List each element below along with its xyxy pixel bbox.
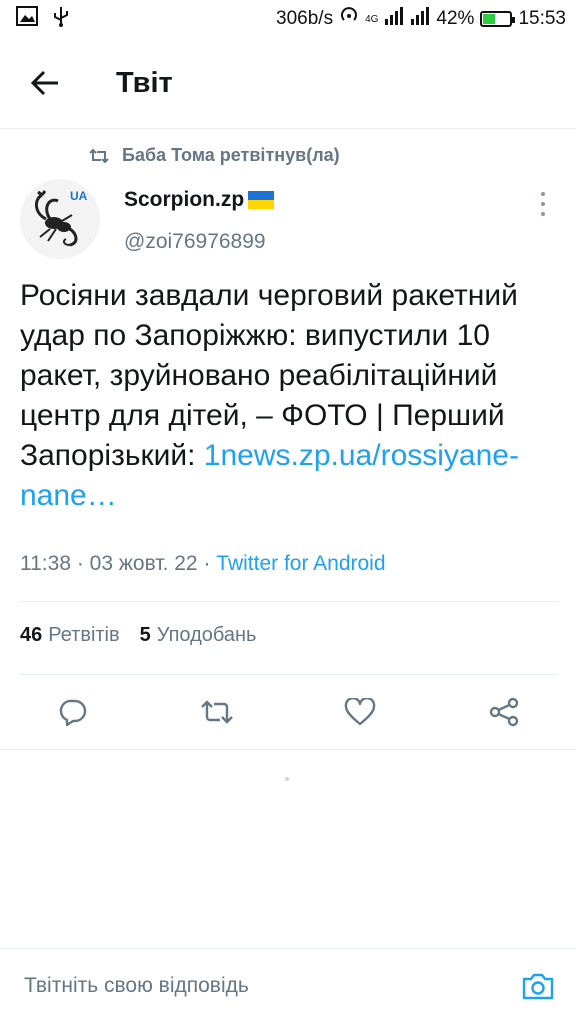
usb-icon xyxy=(52,5,70,33)
tweet-actions xyxy=(0,688,576,736)
status-bar: 306b/s 4G 42% 15:53 xyxy=(0,0,576,38)
avatar-badge-text: UA xyxy=(70,189,88,203)
ukraine-flag-icon xyxy=(248,191,275,209)
tweet-meta: 11:38 · 03 жовт. 22 · Twitter for Androi… xyxy=(20,552,386,575)
signal-icon xyxy=(384,7,404,31)
more-options-button[interactable] xyxy=(532,192,554,216)
status-bar-right: 306b/s 4G 42% 15:53 xyxy=(276,6,576,32)
author-name-text: Scorpion.zp xyxy=(124,188,245,211)
likes-label: Уподобань xyxy=(156,624,257,646)
scorpion-icon xyxy=(35,190,78,247)
hotspot-icon xyxy=(339,6,359,32)
heart-icon xyxy=(344,698,376,726)
like-button[interactable] xyxy=(336,688,384,736)
avatar[interactable]: UA xyxy=(20,179,100,259)
signal-icon-2 xyxy=(410,7,430,31)
status-bar-left xyxy=(0,5,70,33)
retweets-stat[interactable]: 46 Ретвітів xyxy=(20,624,120,647)
divider xyxy=(20,601,558,602)
battery-percent: 42% xyxy=(436,8,475,29)
back-button[interactable] xyxy=(0,38,90,128)
top-app-bar: Твіт xyxy=(0,38,576,129)
share-button[interactable] xyxy=(480,688,528,736)
share-icon xyxy=(489,697,519,727)
more-dots-icon xyxy=(541,192,545,196)
tweet-date: 03 жовт. 22 xyxy=(89,552,198,575)
page-title: Твіт xyxy=(116,66,173,99)
divider xyxy=(0,749,576,750)
tweet-stats: 46 Ретвітів 5 Уподобань xyxy=(20,624,256,647)
avatar-badge: UA xyxy=(70,189,87,203)
author-handle[interactable]: @zoi76976899 xyxy=(124,230,266,254)
loading-indicator xyxy=(285,777,289,781)
reply-icon xyxy=(59,699,87,726)
retweeted-by[interactable]: Баба Тома ретвітнув(ла) xyxy=(88,145,340,166)
author-name[interactable]: Scorpion.zp xyxy=(124,188,275,212)
network-type: 4G xyxy=(365,13,379,25)
likes-stat[interactable]: 5 Уподобань xyxy=(140,624,257,647)
battery-fill xyxy=(483,14,496,24)
clock: 15:53 xyxy=(518,8,566,29)
divider xyxy=(20,674,558,675)
reply-button[interactable] xyxy=(48,688,96,736)
retweet-small-icon xyxy=(89,148,109,163)
arrow-left-icon xyxy=(30,70,58,96)
camera-icon xyxy=(522,973,554,1000)
retweets-count: 46 xyxy=(20,624,43,646)
likes-count: 5 xyxy=(139,624,151,646)
retweeted-by-label: Баба Тома ретвітнув(ла) xyxy=(122,145,340,165)
tweet-text: Росіяни завдали черговий ракетний удар п… xyxy=(20,276,565,516)
gallery-icon xyxy=(16,6,38,32)
reply-input[interactable] xyxy=(24,966,484,1006)
tweet-client[interactable]: Twitter for Android xyxy=(216,552,385,575)
divider xyxy=(0,948,576,949)
battery-icon xyxy=(480,11,516,27)
network-speed: 306b/s xyxy=(276,8,334,29)
camera-button[interactable] xyxy=(518,966,558,1006)
retweet-button[interactable] xyxy=(193,688,241,736)
retweet-icon xyxy=(201,700,233,724)
tweet-time: 11:38 xyxy=(20,552,71,575)
retweets-label: Ретвітів xyxy=(48,624,120,646)
